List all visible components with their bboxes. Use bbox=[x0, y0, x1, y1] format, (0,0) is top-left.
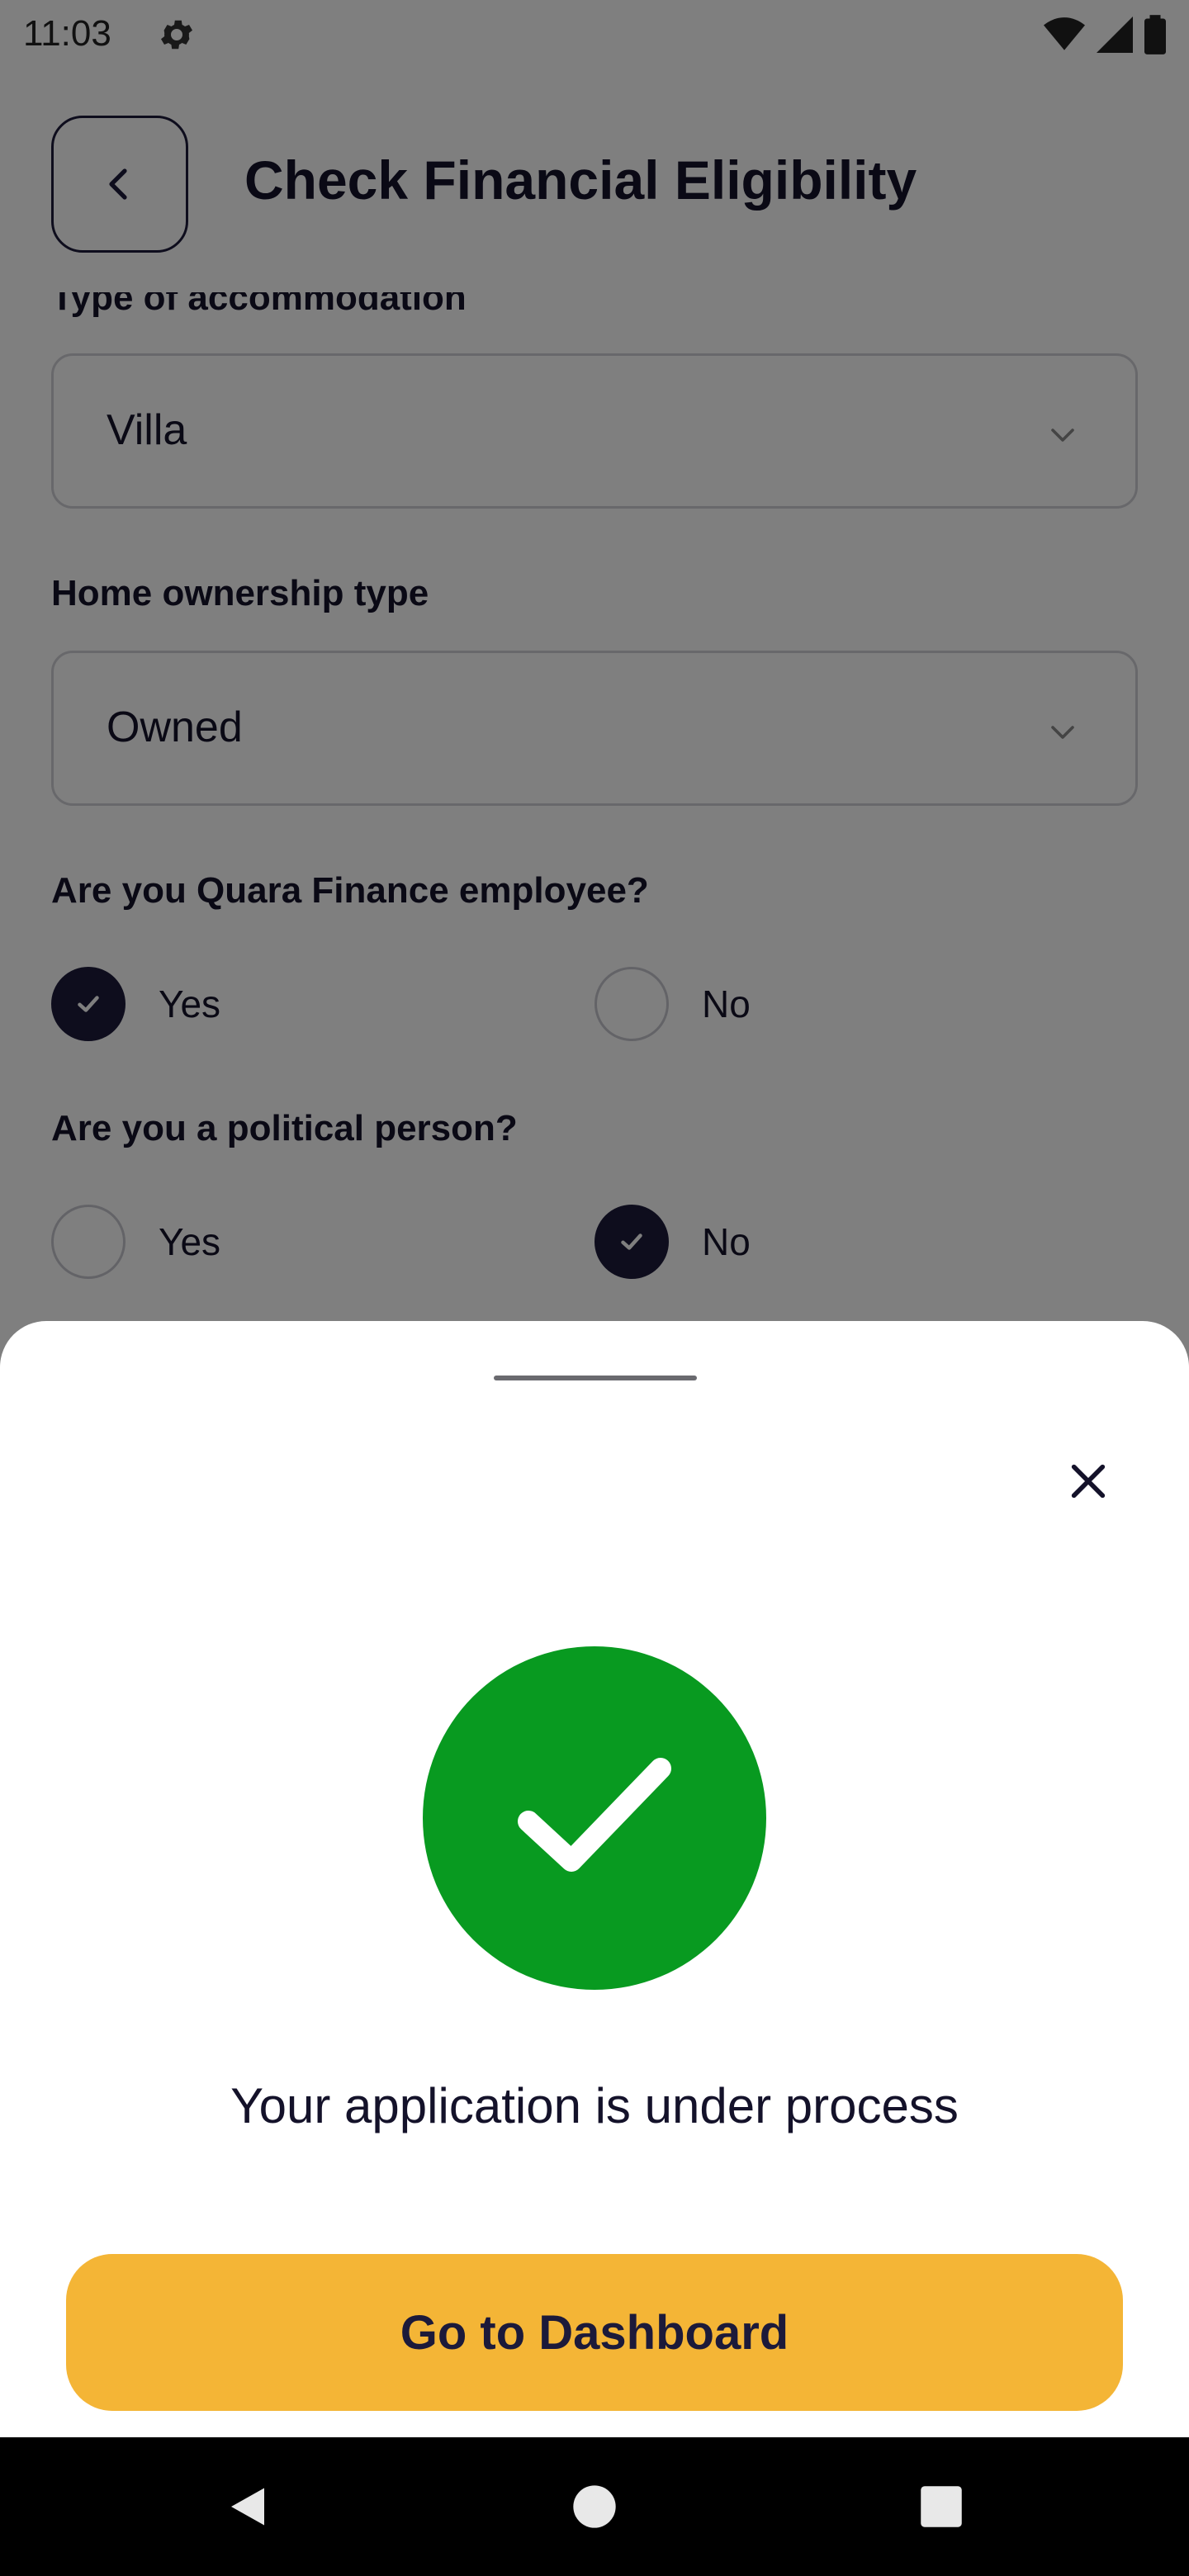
square-recents-icon bbox=[921, 2486, 962, 2527]
circle-home-icon bbox=[573, 2485, 616, 2528]
drag-handle[interactable] bbox=[494, 1376, 697, 1380]
nav-back-button[interactable] bbox=[215, 2474, 281, 2540]
nav-home-button[interactable] bbox=[561, 2474, 628, 2540]
nav-recents-button[interactable] bbox=[908, 2474, 974, 2540]
close-icon bbox=[1071, 1464, 1106, 1499]
checkmark-icon bbox=[518, 1758, 671, 1872]
success-icon-circle bbox=[423, 1646, 766, 1990]
status-message: Your application is under process bbox=[230, 2078, 959, 2133]
close-button[interactable] bbox=[1059, 1451, 1118, 1511]
system-nav-bar bbox=[0, 2437, 1189, 2576]
go-to-dashboard-button[interactable]: Go to Dashboard bbox=[66, 2254, 1123, 2411]
app-screen: 11:03 Check Financial Eligibility Type bbox=[0, 0, 1189, 2576]
triangle-back-icon bbox=[231, 2488, 264, 2526]
success-bottom-sheet: Your application is under process Go to … bbox=[0, 1321, 1189, 2437]
